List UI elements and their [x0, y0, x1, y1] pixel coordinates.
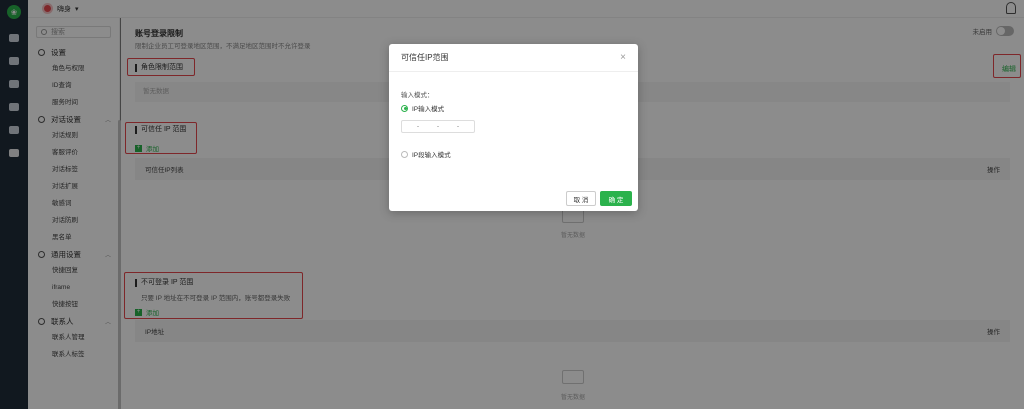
ip-separator: - — [437, 123, 439, 130]
input-mode-label: 输入模式： — [401, 92, 434, 99]
radio-checked-icon — [401, 104, 408, 112]
cancel-button[interactable]: 取 消 — [566, 191, 596, 206]
radio-unchecked-icon — [401, 150, 408, 158]
ip-address-input[interactable]: - - - — [401, 120, 475, 133]
radio-ip-mode[interactable]: IP输入模式 — [401, 103, 444, 113]
trusted-ip-dialog: 可信任IP范围 × 输入模式： IP输入模式 - - - IP段输入模式 取 消… — [389, 44, 638, 211]
ip-separator: - — [417, 123, 419, 130]
confirm-button[interactable]: 确 定 — [600, 191, 632, 206]
dialog-title: 可信任IP范围 — [401, 53, 449, 62]
close-icon[interactable]: × — [620, 52, 626, 63]
radio-ip-label: IP输入模式 — [412, 106, 445, 113]
radio-range-label: IP段输入模式 — [412, 152, 451, 159]
radio-range-mode[interactable]: IP段输入模式 — [401, 149, 451, 159]
ip-separator: - — [457, 123, 459, 130]
dialog-header: 可信任IP范围 × — [389, 44, 638, 72]
